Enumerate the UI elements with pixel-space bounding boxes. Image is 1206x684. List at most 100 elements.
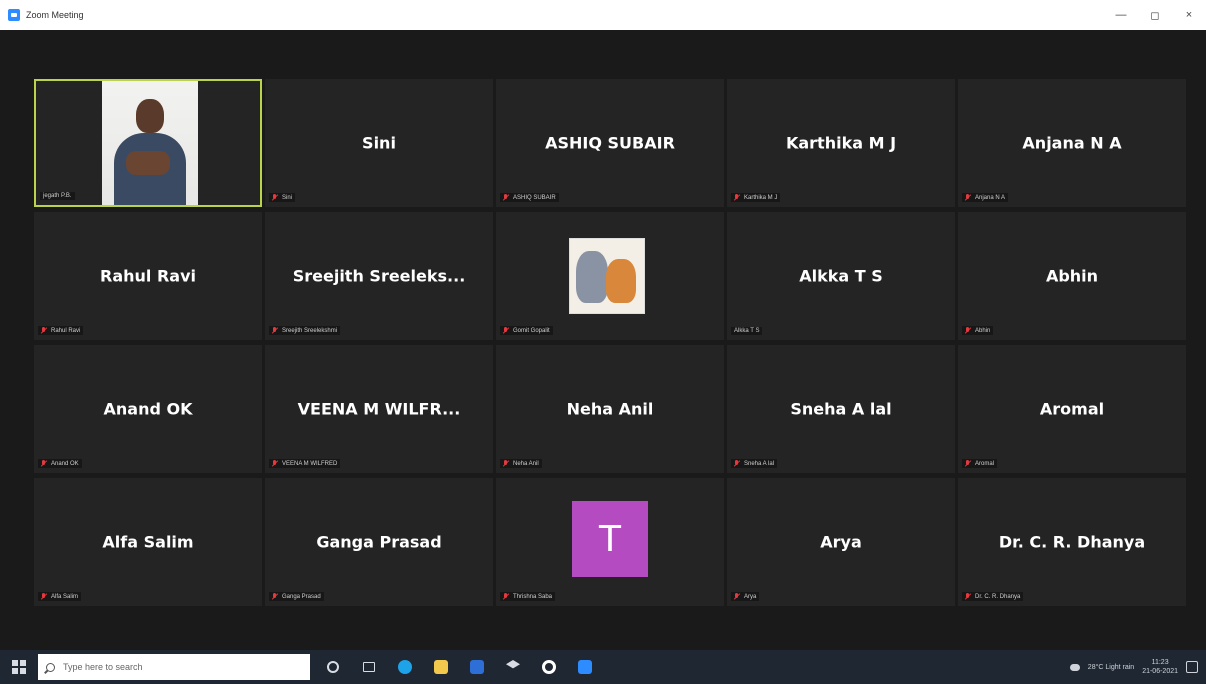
participant-tile[interactable]: T Thrishna Saba: [496, 478, 724, 606]
participant-tile[interactable]: Sreejith Sreeleks... Sreejith Sreelekshmi: [265, 212, 493, 340]
muted-mic-icon: [272, 460, 278, 467]
muted-mic-icon: [734, 194, 740, 201]
participant-name-label: ASHIQ SUBAIR: [500, 193, 559, 202]
participant-label-text: Karthika M J: [744, 194, 778, 201]
participant-tile[interactable]: Sneha A lal Sneha A lal: [727, 345, 955, 473]
participant-name-label: Thrishna Saba: [500, 592, 556, 601]
participant-tile[interactable]: Neha Anil Neha Anil: [496, 345, 724, 473]
participant-label-text: Neha Anil: [513, 460, 539, 467]
participant-display-name: ASHIQ SUBAIR: [545, 133, 675, 153]
participant-name-label: Aromal: [962, 459, 998, 468]
taskbar-search-input[interactable]: Type here to search: [38, 654, 310, 680]
participant-name-label: Dr. C. R. Dhanya: [962, 592, 1024, 601]
chrome-icon[interactable]: [536, 654, 562, 680]
participant-name-label: Ganga Prasad: [269, 592, 324, 601]
muted-mic-icon: [41, 593, 47, 600]
participant-label-text: Anand OK: [51, 460, 79, 467]
participant-label-text: Aromal: [975, 460, 995, 467]
muted-mic-icon: [965, 460, 971, 467]
participant-label-text: Thrishna Saba: [513, 593, 553, 600]
participant-tile[interactable]: Sini Sini: [265, 79, 493, 207]
participant-name-label: Gomit Gopalit: [500, 326, 553, 335]
participant-tile[interactable]: VEENA M WILFR... VEENA M WILFRED: [265, 345, 493, 473]
maximize-button[interactable]: ◻: [1138, 0, 1172, 30]
participant-label-text: Sini: [282, 194, 293, 201]
search-icon: [46, 662, 55, 672]
participant-name-label: Abhin: [962, 326, 994, 335]
participant-tile[interactable]: Gomit Gopalit: [496, 212, 724, 340]
participant-display-name: Neha Anil: [566, 399, 654, 419]
clock-date: 21-06-2021: [1142, 668, 1178, 675]
participant-tile[interactable]: jegath P.B.: [34, 79, 262, 207]
close-button[interactable]: ×: [1172, 0, 1206, 30]
participant-display-name: Arya: [820, 532, 862, 552]
participant-display-name: VEENA M WILFR...: [297, 399, 461, 419]
participant-label-text: Alkka T S: [734, 328, 760, 334]
participant-display-name: Sreejith Sreeleks...: [292, 266, 466, 286]
cortana-icon[interactable]: [320, 654, 346, 680]
participant-display-name: Aromal: [1039, 399, 1105, 419]
muted-mic-icon: [503, 593, 509, 600]
participant-tile[interactable]: Arya Arya: [727, 478, 955, 606]
participant-label-text: Ganga Prasad: [282, 593, 321, 600]
muted-mic-icon: [272, 593, 278, 600]
participant-tile[interactable]: Ganga Prasad Ganga Prasad: [265, 478, 493, 606]
participant-tile[interactable]: Rahul Ravi Rahul Ravi: [34, 212, 262, 340]
zoom-app-icon: [8, 9, 20, 21]
participant-name-label: Alfa Salim: [38, 592, 82, 601]
muted-mic-icon: [965, 593, 971, 600]
search-placeholder: Type here to search: [63, 662, 143, 672]
participant-display-name: Rahul Ravi: [100, 266, 196, 286]
participant-name-label: Rahul Ravi: [38, 326, 84, 335]
participant-tile[interactable]: Abhin Abhin: [958, 212, 1186, 340]
participant-display-name: Dr. C. R. Dhanya: [998, 532, 1146, 552]
participant-label-text: Sneha A lal: [744, 460, 775, 467]
participant-name-label: Arya: [731, 592, 760, 601]
minimize-button[interactable]: —: [1104, 0, 1138, 30]
window-controls: — ◻ ×: [1104, 0, 1206, 30]
participant-label-text: Abhin: [975, 327, 991, 334]
notification-icon[interactable]: [1186, 661, 1198, 673]
weather-text[interactable]: 28°C Light rain: [1088, 664, 1134, 671]
edge-icon[interactable]: [392, 654, 418, 680]
file-explorer-icon[interactable]: [428, 654, 454, 680]
weather-icon: [1069, 663, 1080, 671]
participant-label-text: Anjana N A: [975, 194, 1006, 201]
participant-label-text: Gomit Gopalit: [513, 327, 550, 334]
window-title: Zoom Meeting: [26, 10, 84, 20]
participant-label-text: Sreejith Sreelekshmi: [282, 327, 338, 334]
participant-label-text: Arya: [744, 593, 757, 600]
task-view-icon[interactable]: [356, 654, 382, 680]
taskbar-clock[interactable]: 11:23 21-06-2021: [1142, 658, 1178, 676]
zoom-taskbar-icon[interactable]: [572, 654, 598, 680]
muted-mic-icon: [734, 593, 740, 600]
windows-start-icon[interactable]: [12, 660, 26, 674]
participant-name-label: Karthika M J: [731, 193, 781, 202]
participant-tile[interactable]: Anjana N A Anjana N A: [958, 79, 1186, 207]
dropbox-icon[interactable]: [500, 654, 526, 680]
participant-display-name: Alkka T S: [799, 266, 883, 286]
muted-mic-icon: [272, 194, 278, 201]
participant-display-name: Abhin: [1045, 266, 1099, 286]
clock-time: 11:23: [1151, 659, 1169, 666]
participant-tile[interactable]: Karthika M J Karthika M J: [727, 79, 955, 207]
participant-label-text: Dr. C. R. Dhanya: [975, 593, 1021, 600]
participant-label-text: Rahul Ravi: [51, 327, 81, 334]
participant-tile[interactable]: Dr. C. R. Dhanya Dr. C. R. Dhanya: [958, 478, 1186, 606]
participant-tile[interactable]: Aromal Aromal: [958, 345, 1186, 473]
participant-tile[interactable]: Alkka T S Alkka T S: [727, 212, 955, 340]
windows-taskbar: Type here to search 28°C Light rain 11:2…: [0, 650, 1206, 684]
participant-display-name: Ganga Prasad: [316, 532, 442, 552]
participant-tile[interactable]: ASHIQ SUBAIR ASHIQ SUBAIR: [496, 79, 724, 207]
participant-name-label: Anand OK: [38, 459, 82, 468]
store-icon[interactable]: [464, 654, 490, 680]
participant-avatar: T: [572, 501, 648, 577]
participant-tile[interactable]: Alfa Salim Alfa Salim: [34, 478, 262, 606]
participant-name-label: Sneha A lal: [731, 459, 778, 468]
participant-tile[interactable]: Anand OK Anand OK: [34, 345, 262, 473]
participant-display-name: Sini: [362, 133, 396, 153]
muted-mic-icon: [41, 460, 47, 467]
participant-name-label: Neha Anil: [500, 459, 542, 468]
participant-video: [102, 81, 198, 205]
system-tray: 28°C Light rain 11:23 21-06-2021: [1069, 650, 1206, 684]
